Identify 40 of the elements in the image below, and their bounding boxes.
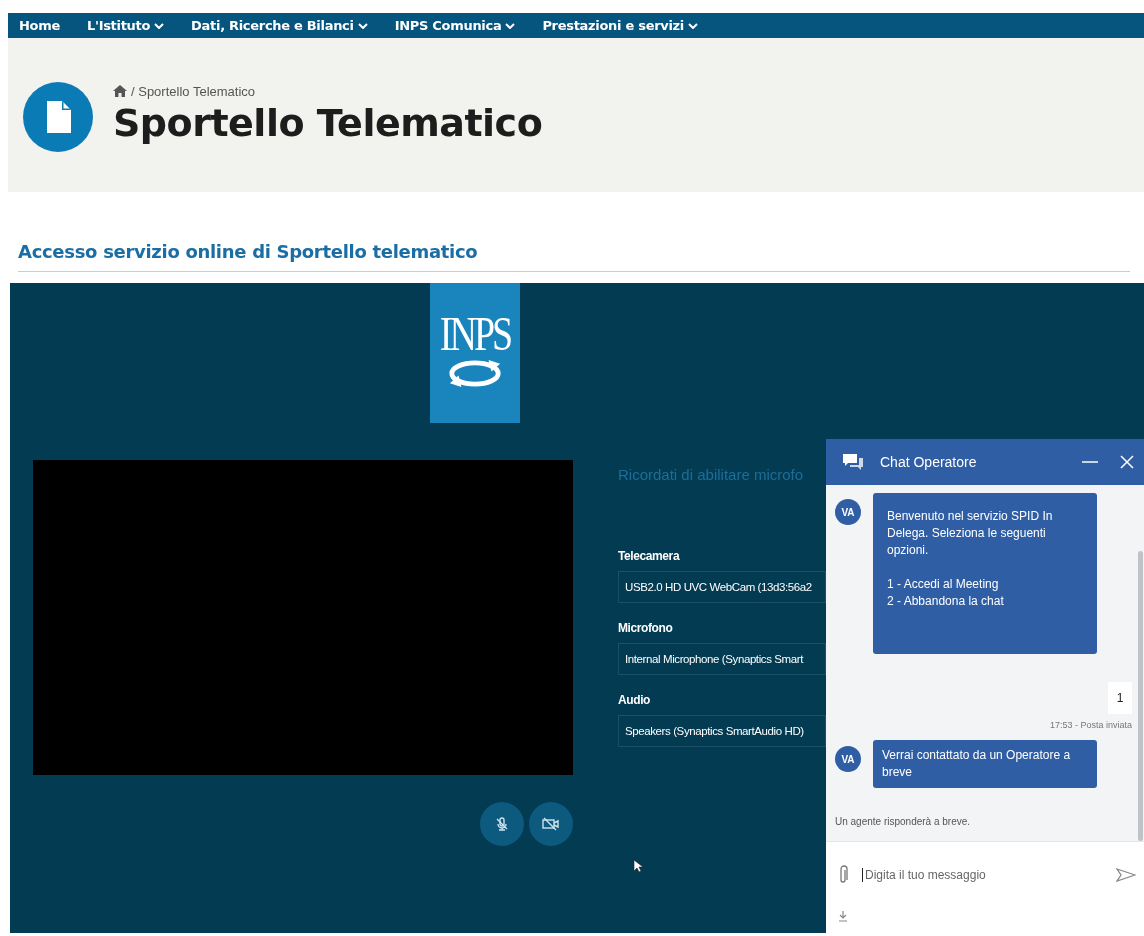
mute-microphone-button[interactable] [480,802,524,846]
home-icon[interactable] [113,85,127,97]
avatar: VA [835,746,861,772]
nav-link[interactable]: L'Istituto [87,18,165,33]
send-icon[interactable] [1116,868,1136,882]
breadcrumb: / Sportello Telematico [131,83,256,99]
chat-title: Chat Operatore [880,454,978,470]
nav-link[interactable]: Dati, Ricerche e Bilanci [191,18,368,33]
field-label: Telecamera [618,549,681,563]
message-bubble: Verrai contattato da un Operatore a breve [873,740,1097,788]
camera-off-button[interactable] [529,802,573,846]
chat-icon [842,453,864,471]
section-title: Accesso servizio online di Sportello telematico [18,241,479,262]
device-select[interactable]: USB2.0 HD UVC WebCam (13d3:56a2 [618,571,826,603]
message-status: 17:53 - Posta inviata [1049,720,1132,730]
logo: INPS [430,283,520,423]
arrows-icon [446,357,504,390]
download-icon[interactable] [838,910,848,922]
device-select[interactable]: Speakers (Synaptics SmartAudio HD) [618,715,826,747]
status-text: Un agente risponderà a breve. [835,816,972,827]
close-icon [1120,455,1134,469]
nav-link[interactable]: INPS Comunica [394,18,516,33]
avatar: VA [835,499,861,525]
close-button[interactable] [1120,455,1134,469]
field-label: Audio [618,693,651,707]
page-title: Sportello Telematico [113,100,543,145]
field-label: Microfono [618,621,674,635]
notice-text: Ricordati di abilitare microfo [618,466,805,483]
camera-off-icon [542,817,560,831]
document-icon [23,82,93,152]
paperclip-icon[interactable] [838,865,848,885]
nav-link[interactable]: Prestazioni e servizi [542,18,698,33]
cursor-icon [633,859,643,873]
nav-link[interactable]: Home [19,18,60,33]
message-bubble: 1 [1108,682,1132,714]
device-select[interactable]: Internal Microphone (Synaptics Smart [618,643,826,675]
scrollbar[interactable] [1138,551,1143,841]
message-bubble: Benvenuto nel servizio SPID In Delega. Seleziona le seguenti opzioni. 1 - Accedi al Meeting 2 - Abbandona la chat [873,493,1097,654]
minimize-icon [1082,461,1098,463]
microphone-off-icon [494,816,510,832]
